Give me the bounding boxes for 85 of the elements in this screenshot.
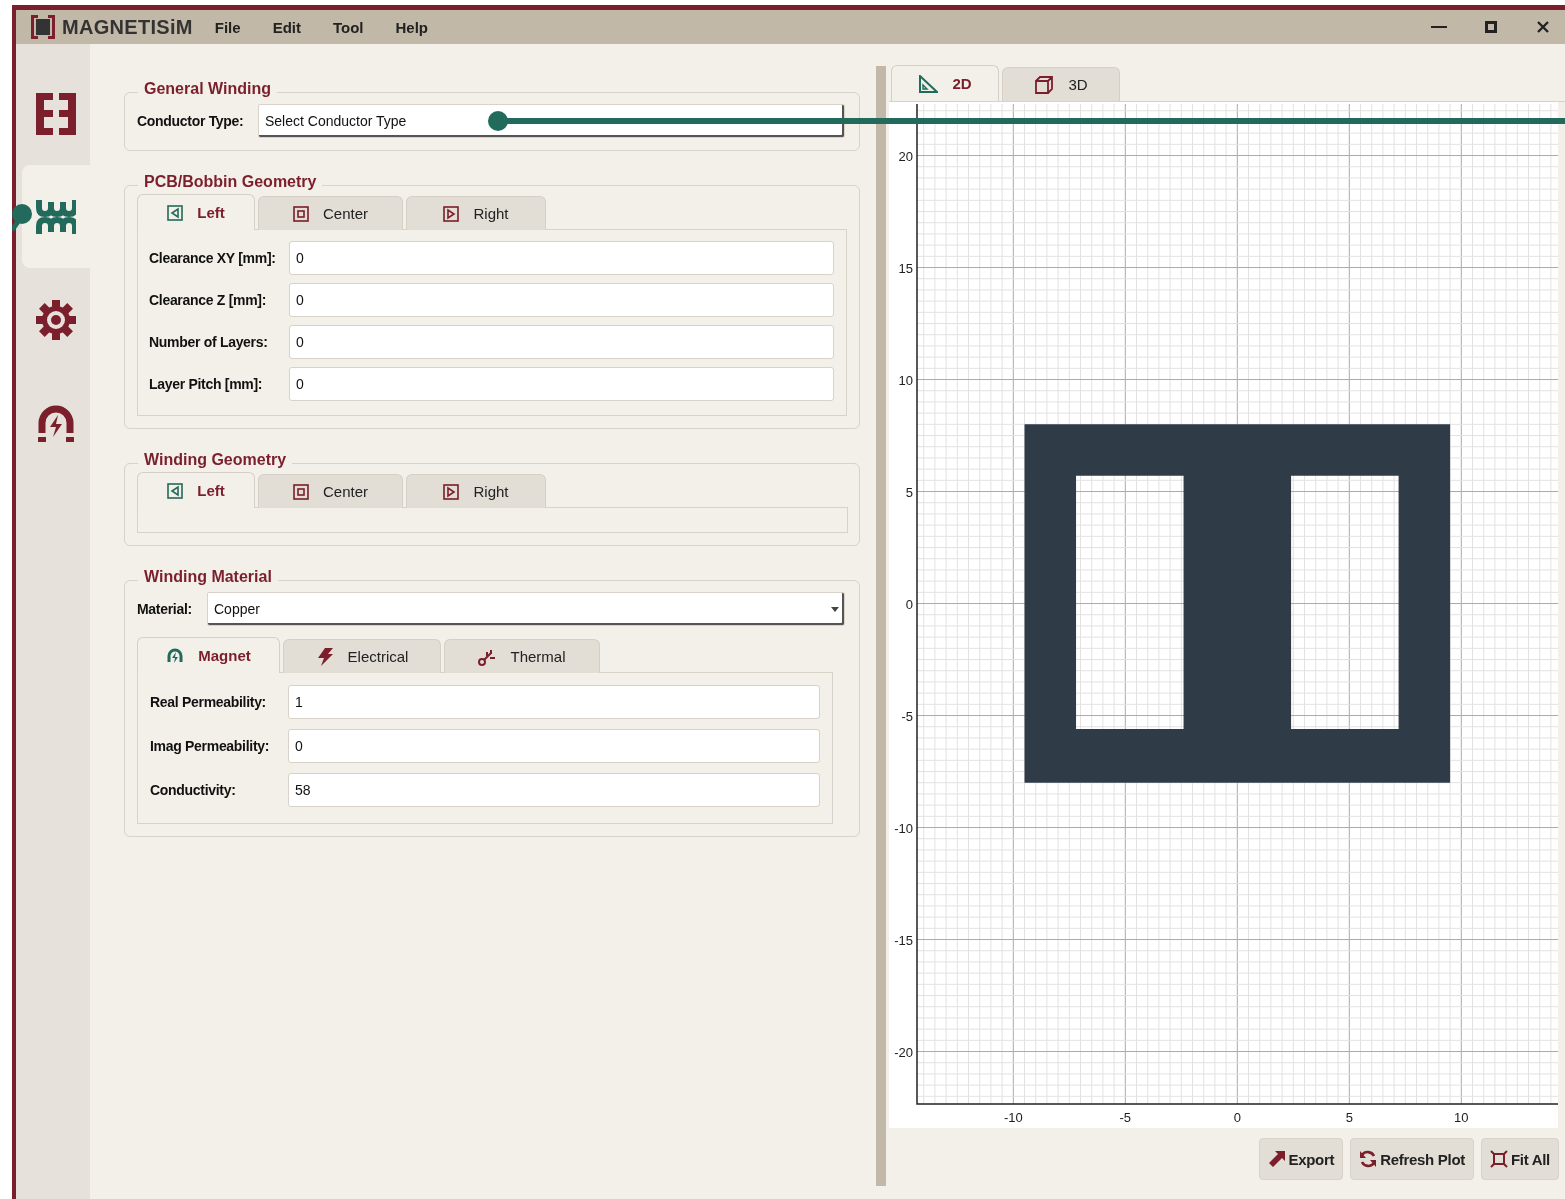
tick-label: 15 [898, 260, 913, 276]
lightning-icon [315, 647, 334, 666]
tab-label: 3D [1068, 76, 1088, 93]
magnet-icon [166, 647, 185, 664]
tab-label: Thermal [510, 648, 566, 665]
tab-label: Left [197, 204, 225, 221]
input-field[interactable]: 58 [288, 773, 820, 807]
minimize-icon [1431, 26, 1447, 28]
field-label: Conductivity: [150, 782, 237, 798]
refresh-button[interactable]: Refresh Plot [1350, 1138, 1474, 1180]
tab-label: Right [473, 483, 509, 500]
menu-item[interactable]: Edit [272, 18, 301, 36]
group-title: Winding Material [138, 568, 278, 586]
tab-label: 2D [952, 75, 972, 92]
menu-item[interactable]: File [214, 18, 241, 36]
group-title: PCB/Bobbin Geometry [138, 173, 323, 191]
logo-icon [30, 14, 56, 40]
tick-label: 5 [905, 484, 913, 500]
field-label: Material: [137, 601, 193, 617]
tab[interactable]: Left [137, 194, 255, 230]
field-label: Real Permeability: [150, 694, 267, 710]
menu-item[interactable]: Help [395, 18, 429, 36]
maximize-icon [1485, 21, 1497, 33]
input-field[interactable]: 0 [289, 325, 834, 359]
arrow-icon [1267, 1150, 1286, 1168]
tab[interactable]: Left [137, 472, 255, 508]
tab[interactable]: 2D [891, 65, 999, 101]
group-title: Winding Geometry [138, 451, 293, 469]
input-field[interactable]: 0 [289, 283, 834, 317]
close-icon [1537, 21, 1549, 33]
tick-label: -20 [894, 1044, 913, 1060]
app-name: MAGNETISiM [62, 15, 193, 39]
fit-icon [1490, 1150, 1508, 1168]
field-label: Conductor Type: [137, 113, 245, 129]
tab[interactable]: Right [406, 196, 546, 230]
tick-label: -5 [1119, 1110, 1132, 1125]
gear-icon [36, 299, 76, 340]
tab[interactable]: Center [258, 196, 403, 230]
tick-label: 10 [1454, 1110, 1469, 1125]
input-field[interactable]: 0 [289, 241, 834, 275]
tab-label: Magnet [198, 647, 251, 664]
input-field[interactable]: 1 [288, 685, 820, 719]
tick-label: 0 [1233, 1110, 1241, 1125]
tab[interactable]: Center [258, 474, 403, 508]
tick-label: -15 [894, 932, 913, 948]
tick-label: -10 [894, 820, 913, 836]
field-label: Clearance Z [mm]: [149, 292, 268, 308]
tab[interactable]: 3D [1002, 67, 1120, 101]
field-label: Imag Permeability: [150, 738, 271, 754]
tick-label: -10 [1003, 1110, 1023, 1125]
field-label: Layer Pitch [mm]: [149, 376, 264, 392]
square-icon [293, 205, 309, 222]
tick-label: 0 [905, 596, 913, 612]
tab-label: Center [323, 483, 368, 500]
winding-icon [36, 197, 76, 236]
refresh-icon [1359, 1150, 1378, 1168]
tab-label: Center [323, 205, 368, 222]
input-field[interactable]: 0 [288, 729, 820, 763]
dropdown[interactable]: Copper [207, 592, 845, 626]
thermometer-icon [478, 647, 497, 666]
tick-label: 10 [898, 372, 913, 388]
tab[interactable]: Electrical [283, 639, 441, 673]
group-title: General Winding [138, 80, 277, 98]
sidebar-item[interactable] [22, 165, 90, 268]
tab[interactable]: Right [406, 474, 546, 508]
tab-label: Left [197, 482, 225, 499]
cube-icon [1034, 75, 1055, 94]
export-button[interactable]: Export [1258, 1138, 1344, 1180]
core-icon [36, 92, 76, 135]
menu-item[interactable]: Tool [332, 18, 364, 36]
tick-label: -5 [901, 708, 913, 724]
tab[interactable]: Thermal [444, 639, 600, 673]
tab[interactable]: Magnet [137, 637, 280, 673]
tab-label: Electrical [347, 648, 409, 665]
plot-area[interactable]: -10 -5 0 5 10 20 15 10 5 0 -5 -10 -15 -20 [889, 102, 1558, 1128]
fit-button[interactable]: Fit All [1481, 1138, 1559, 1180]
field-label: Clearance XY [mm]: [149, 250, 277, 266]
triangle-ruler-icon [918, 74, 939, 93]
field-label: Number of Layers: [149, 334, 269, 350]
tick-label: 5 [1345, 1110, 1353, 1125]
square-icon [293, 483, 309, 500]
tab-label: Right [473, 205, 509, 222]
caret-icon [831, 607, 839, 612]
tick-label: 20 [898, 148, 913, 164]
input-field[interactable]: 0 [289, 367, 834, 401]
